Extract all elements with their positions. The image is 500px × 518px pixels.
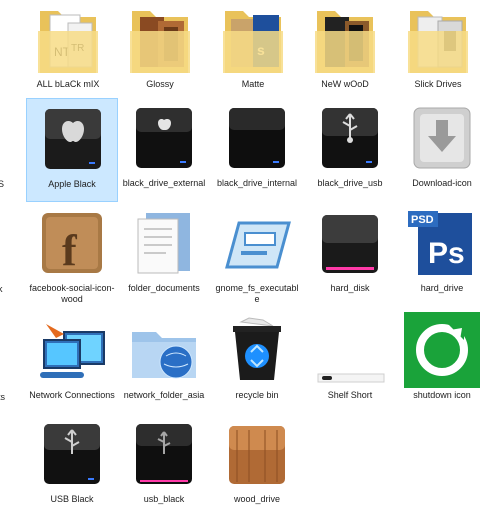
svg-text:Ps: Ps bbox=[428, 237, 465, 270]
item-label: hard_disk bbox=[330, 283, 370, 293]
clipped-label-left-row2: S bbox=[0, 179, 5, 189]
item-label: gnome_fs_executable bbox=[215, 283, 299, 304]
usb-drive-icon bbox=[34, 416, 110, 492]
hard-disk-icon bbox=[312, 205, 388, 281]
drive-item-black-drive-external[interactable]: black_drive_external bbox=[118, 98, 210, 202]
item-label: Apple Black bbox=[48, 179, 96, 189]
item-gnome-fs-executable[interactable]: gnome_fs_executable bbox=[211, 203, 303, 307]
folder-item-slick-drives[interactable]: Slick Drives bbox=[392, 0, 484, 103]
folder-item-new-wood[interactable]: NeW wOoD bbox=[299, 0, 391, 103]
item-label: Network Connections bbox=[29, 390, 115, 400]
clipped-label-left-row4: ts bbox=[0, 392, 6, 402]
wood-drive-icon bbox=[219, 416, 295, 492]
item-usb-black-alt[interactable]: usb_black bbox=[118, 414, 210, 518]
folder-icon bbox=[400, 1, 476, 77]
item-label: facebook-social-icon-wood bbox=[29, 283, 115, 304]
recycle-bin-icon bbox=[219, 312, 295, 388]
apple-drive-icon bbox=[126, 100, 202, 176]
folder-icon: s bbox=[215, 1, 291, 77]
svg-text:f: f bbox=[62, 226, 78, 275]
clipped-label-left-row3: k bbox=[0, 284, 3, 294]
item-label: shutdown icon bbox=[413, 390, 471, 400]
item-network-connections[interactable]: Network Connections bbox=[26, 310, 118, 414]
item-label: Download-icon bbox=[412, 178, 472, 188]
download-icon bbox=[404, 100, 480, 176]
drive-item-black-drive-usb[interactable]: black_drive_usb bbox=[304, 98, 396, 202]
item-label: network_folder_asia bbox=[123, 390, 205, 400]
folder-item-all-black-mix[interactable]: NT TR ALL bLaCk mIX bbox=[22, 0, 114, 103]
folder-icon bbox=[122, 1, 198, 77]
facebook-wood-icon: f bbox=[34, 205, 110, 281]
drive-item-apple-black[interactable]: Apple Black bbox=[26, 98, 118, 202]
folder-icon: NT TR bbox=[30, 1, 106, 77]
item-folder-documents[interactable]: folder_documents bbox=[118, 203, 210, 307]
item-label: Glossy bbox=[146, 79, 174, 89]
folder-item-matte[interactable]: s Matte bbox=[207, 0, 299, 103]
folder-icon bbox=[307, 1, 383, 77]
item-label: hard_drive bbox=[420, 283, 464, 293]
item-label: folder_documents bbox=[128, 283, 200, 293]
usb-drive-icon bbox=[312, 100, 388, 176]
item-label: black_drive_external bbox=[122, 178, 206, 188]
item-hard-disk[interactable]: hard_disk bbox=[304, 203, 396, 307]
item-label: Matte bbox=[241, 79, 265, 89]
black-drive-icon bbox=[219, 100, 295, 176]
shutdown-icon bbox=[404, 312, 480, 388]
item-hard-drive[interactable]: PSD Ps hard_drive bbox=[396, 203, 488, 307]
drive-item-black-drive-internal[interactable]: black_drive_internal bbox=[211, 98, 303, 202]
item-usb-black[interactable]: USB Black bbox=[26, 414, 118, 518]
svg-text:PSD: PSD bbox=[411, 214, 434, 226]
item-label: black_drive_usb bbox=[317, 178, 383, 188]
item-shelf-short[interactable]: Shelf Short bbox=[304, 310, 396, 414]
usb-drive-icon bbox=[126, 416, 202, 492]
item-label: black_drive_internal bbox=[216, 178, 298, 188]
network-folder-icon bbox=[126, 312, 202, 388]
executable-icon bbox=[219, 205, 295, 281]
network-connections-icon bbox=[34, 312, 110, 388]
documents-folder-icon bbox=[126, 205, 202, 281]
shelf-icon bbox=[312, 312, 388, 388]
item-label: Slick Drives bbox=[414, 79, 462, 89]
apple-drive-icon bbox=[35, 101, 111, 177]
item-label: Shelf Short bbox=[327, 390, 373, 400]
photoshop-icon: PSD Ps bbox=[404, 205, 480, 281]
item-wood-drive[interactable]: wood_drive bbox=[211, 414, 303, 518]
drive-item-download-icon[interactable]: Download-icon bbox=[396, 98, 488, 202]
item-label: NeW wOoD bbox=[321, 79, 369, 89]
item-shutdown-icon[interactable]: shutdown icon bbox=[396, 310, 488, 414]
item-label: recycle bin bbox=[235, 390, 279, 400]
folder-item-glossy[interactable]: Glossy bbox=[114, 0, 206, 103]
item-network-folder-asia[interactable]: network_folder_asia bbox=[118, 310, 210, 414]
item-facebook-social-icon-wood[interactable]: f facebook-social-icon-wood bbox=[26, 203, 118, 307]
item-label: ALL bLaCk mIX bbox=[36, 79, 100, 89]
item-recycle-bin[interactable]: recycle bin bbox=[211, 310, 303, 414]
